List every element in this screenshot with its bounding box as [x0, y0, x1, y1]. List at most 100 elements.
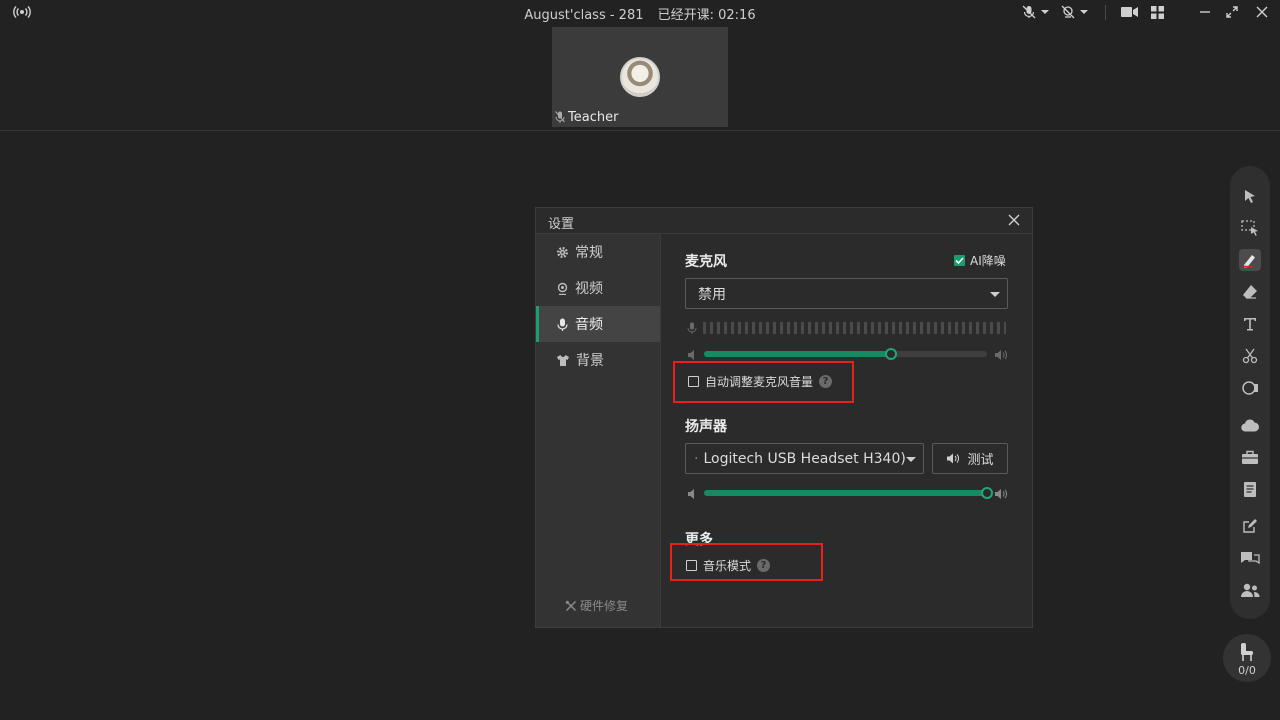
close-icon — [1256, 6, 1268, 18]
microphone-section-title: 麦克风 — [685, 254, 727, 270]
shape-icon — [1242, 381, 1258, 395]
nav-general[interactable]: 常规 — [536, 234, 660, 270]
speaker-device-value: Logitech USB Headset H340) — [703, 450, 906, 467]
camera-off-icon — [1061, 5, 1075, 19]
music-mode-label: 音乐模式 — [703, 559, 752, 573]
settings-dialog: 设置 常规 视频 音频 背景 硬件修复 麦克风 AI降噪 禁用 自动调整麦克风音… — [535, 207, 1033, 628]
tool-chat[interactable] — [1239, 547, 1261, 569]
expand-icon — [1226, 6, 1238, 18]
tool-select[interactable] — [1239, 185, 1261, 207]
microphone-icon — [557, 318, 568, 331]
scissors-icon — [1242, 348, 1258, 364]
nav-label: 背景 — [576, 353, 604, 369]
dialog-header: 设置 — [536, 208, 1032, 234]
audio-settings-panel: 麦克风 AI降噪 禁用 自动调整麦克风音量 ? 扬声器 · Logitech U… — [662, 234, 1032, 627]
volume-high-icon — [994, 349, 1008, 364]
class-timer: 已经开课: 02:16 — [657, 8, 756, 23]
grid-icon — [1150, 5, 1164, 19]
tool-area-select[interactable] — [1239, 217, 1261, 239]
minimize-button[interactable] — [1197, 4, 1213, 20]
divider — [1105, 5, 1106, 20]
tool-cloud[interactable] — [1239, 414, 1261, 436]
speaker-test-button[interactable]: 测试 — [932, 443, 1008, 474]
users-icon — [1241, 583, 1260, 597]
checkbox-unchecked — [688, 376, 699, 387]
checkbox-unchecked — [686, 560, 697, 571]
volume-high-icon — [994, 488, 1008, 503]
tool-edit[interactable] — [1239, 515, 1261, 537]
nav-audio[interactable]: 音频 — [536, 306, 660, 342]
tool-eraser[interactable] — [1239, 281, 1261, 303]
chevron-down-icon — [1041, 10, 1049, 14]
close-window-button[interactable] — [1254, 4, 1270, 20]
cursor-icon — [1245, 190, 1255, 203]
volume-low-icon — [687, 488, 698, 503]
wrench-icon — [565, 600, 577, 611]
auto-adjust-mic-checkbox[interactable]: 自动调整麦克风音量 ? — [688, 373, 833, 390]
ai-denoise-checkbox[interactable]: AI降噪 — [954, 252, 1006, 269]
tool-text[interactable] — [1239, 313, 1261, 335]
mic-volume-knob[interactable] — [885, 348, 897, 360]
auto-adjust-label: 自动调整麦克风音量 — [705, 375, 814, 389]
chevron-down-icon — [990, 292, 1000, 297]
text-icon — [1244, 318, 1256, 331]
settings-sidebar: 常规 视频 音频 背景 硬件修复 — [536, 234, 661, 627]
hardware-repair-button[interactable]: 硬件修复 — [565, 597, 628, 614]
tool-courseware[interactable] — [1239, 478, 1261, 500]
toolbox-icon — [1242, 450, 1258, 464]
participant-name: Teacher — [568, 110, 619, 125]
dialog-title: 设置 — [548, 217, 575, 232]
pen-icon — [1242, 255, 1255, 268]
speaker-volume-knob[interactable] — [981, 487, 993, 499]
speaker-device-select[interactable]: · Logitech USB Headset H340) — [685, 443, 924, 474]
tool-users[interactable] — [1239, 579, 1261, 601]
video-layout-button[interactable] — [1119, 4, 1139, 20]
grid-layout-button[interactable] — [1148, 4, 1166, 20]
camera-icon — [557, 282, 568, 295]
tool-pen[interactable] — [1239, 249, 1261, 271]
cloud-icon — [1241, 418, 1259, 432]
music-mode-checkbox[interactable]: 音乐模式 ? — [686, 557, 771, 574]
nav-background[interactable]: 背景 — [536, 342, 660, 378]
whiteboard-toolbar — [1230, 166, 1270, 619]
slider-fill — [704, 490, 987, 496]
nav-label: 常规 — [575, 245, 603, 261]
mic-muted-icon — [555, 111, 565, 124]
chair-icon — [1239, 642, 1255, 666]
tool-toolbox[interactable] — [1239, 446, 1261, 468]
tool-shape[interactable] — [1239, 377, 1261, 399]
speaker-volume-slider[interactable] — [704, 490, 987, 496]
marquee-select-icon — [1241, 220, 1258, 236]
help-icon[interactable]: ? — [757, 559, 771, 572]
nav-video[interactable]: 视频 — [536, 270, 660, 306]
gear-icon — [557, 246, 568, 258]
video-camera-icon — [1120, 7, 1138, 17]
mic-mute-dropdown[interactable] — [1021, 4, 1051, 20]
mic-level-icon — [687, 322, 697, 339]
checkbox-checked — [954, 255, 965, 266]
chevron-down-icon — [906, 457, 916, 462]
microphone-device-value: 禁用 — [698, 286, 726, 303]
close-icon — [1008, 214, 1020, 226]
seat-counter-button[interactable]: 0/0 — [1223, 634, 1271, 682]
speaker-section-title: 扬声器 — [685, 419, 727, 435]
ai-denoise-label: AI降噪 — [970, 254, 1006, 268]
class-name: August'class - 281 — [524, 8, 644, 23]
dialog-close-button[interactable] — [1007, 213, 1021, 227]
microphone-device-select[interactable]: 禁用 — [685, 278, 1008, 309]
chat-icon — [1241, 551, 1260, 564]
nav-label: 音频 — [575, 317, 603, 333]
help-icon[interactable]: ? — [819, 375, 833, 388]
slider-fill — [704, 351, 891, 357]
fullscreen-button[interactable] — [1224, 4, 1240, 20]
speaker-icon — [947, 453, 960, 464]
mic-volume-slider[interactable] — [704, 351, 987, 357]
edit-icon — [1243, 519, 1257, 533]
tool-scissors[interactable] — [1239, 345, 1261, 367]
chevron-down-icon — [1080, 10, 1088, 14]
seat-count: 0/0 — [1238, 664, 1256, 677]
teacher-video-tile[interactable]: Teacher — [552, 27, 728, 127]
camera-mute-dropdown[interactable] — [1060, 4, 1090, 20]
shirt-icon — [557, 354, 569, 366]
document-icon — [1244, 481, 1256, 497]
